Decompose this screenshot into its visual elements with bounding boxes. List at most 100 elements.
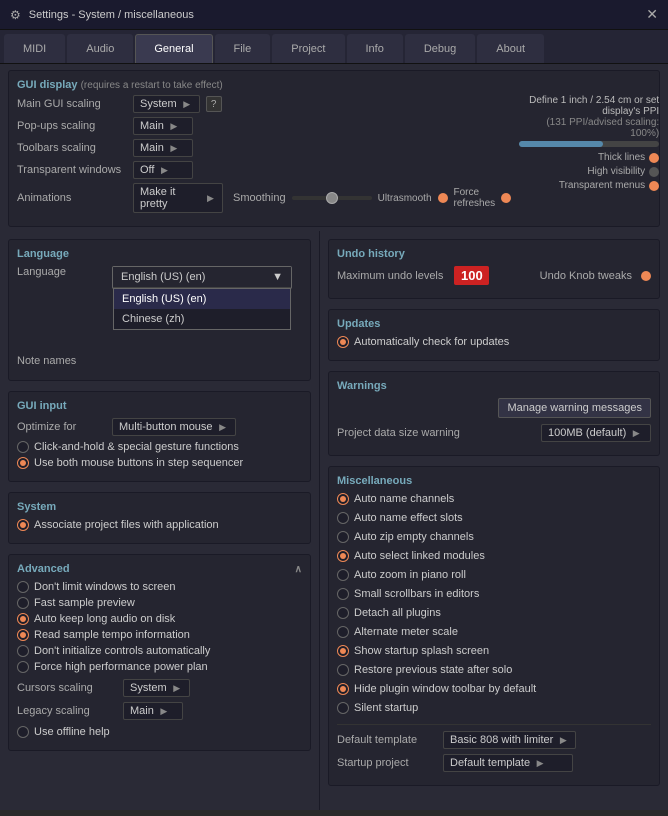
auto-check-updates-row[interactable]: Automatically check for updates [337, 336, 651, 348]
force-refreshes-label: Force refreshes [454, 187, 496, 209]
associate-files-row[interactable]: Associate project files with application [17, 519, 302, 531]
associate-radio[interactable] [17, 519, 29, 531]
ultrasmooth-label: Ultrasmooth [378, 193, 432, 204]
thick-lines-indicator [649, 153, 659, 163]
advanced-item-3[interactable]: Read sample tempo information [17, 629, 302, 641]
misc-item-6[interactable]: Detach all plugins [337, 607, 651, 619]
project-data-size-label: Project data size warning [337, 427, 460, 439]
advanced-item-0[interactable]: Don't limit windows to screen [17, 581, 302, 593]
gui-input-title: GUI input [17, 400, 302, 412]
left-panel: Language Language English (US) (en) ▼ En… [0, 231, 320, 810]
window-title: Settings - System / miscellaneous [29, 9, 194, 21]
legacy-scaling-select[interactable]: Main ▶ [123, 702, 183, 720]
project-data-size-select[interactable]: 100MB (default) ▶ [541, 424, 651, 442]
misc-item-4[interactable]: Auto zoom in piano roll [337, 569, 651, 581]
tab-info[interactable]: Info [347, 34, 403, 63]
misc-label-1: Auto name effect slots [354, 512, 463, 524]
language-title: Language [17, 248, 302, 260]
misc-label-11: Silent startup [354, 702, 418, 714]
both-mouse-label: Use both mouse buttons in step sequencer [34, 457, 243, 469]
help-button[interactable]: ? [206, 96, 222, 112]
miscellaneous-section: Miscellaneous Auto name channels Auto na… [328, 466, 660, 786]
default-template-select[interactable]: Basic 808 with limiter ▶ [443, 731, 576, 749]
advanced-section: Advanced ∧ Don't limit windows to screen… [8, 554, 311, 751]
tab-audio[interactable]: Audio [67, 34, 133, 63]
auto-check-radio[interactable] [337, 336, 349, 348]
advanced-radio-4[interactable] [17, 645, 29, 657]
legacy-scaling-label: Legacy scaling [17, 705, 117, 717]
main-gui-scaling-select[interactable]: System ▶ [133, 95, 200, 113]
misc-label-2: Auto zip empty channels [354, 531, 474, 543]
misc-item-2[interactable]: Auto zip empty channels [337, 531, 651, 543]
misc-item-7[interactable]: Alternate meter scale [337, 626, 651, 638]
advanced-item-4[interactable]: Don't initialize controls automatically [17, 645, 302, 657]
tab-midi[interactable]: MIDI [4, 34, 65, 63]
cursors-scaling-select[interactable]: System ▶ [123, 679, 190, 697]
transparent-windows-select[interactable]: Off ▶ [133, 161, 193, 179]
note-names-label: Note names [17, 355, 107, 367]
misc-item-3[interactable]: Auto select linked modules [337, 550, 651, 562]
gui-display-subtitle: (requires a restart to take effect) [81, 80, 223, 91]
misc-label-9: Restore previous state after solo [354, 664, 512, 676]
advanced-item-1[interactable]: Fast sample preview [17, 597, 302, 609]
advanced-item-5[interactable]: Force high performance power plan [17, 661, 302, 673]
smoothing-label: Smoothing [233, 192, 286, 204]
thick-lines-label: Thick lines [598, 152, 645, 163]
selected-language: English (US) (en) [121, 271, 205, 283]
advanced-label-5: Force high performance power plan [34, 661, 208, 673]
collapse-icon[interactable]: ∧ [295, 564, 302, 575]
both-mouse-buttons-row[interactable]: Use both mouse buttons in step sequencer [17, 457, 302, 469]
advanced-radio-2[interactable] [17, 613, 29, 625]
misc-item-5[interactable]: Small scrollbars in editors [337, 588, 651, 600]
misc-label-10: Hide plugin window toolbar by default [354, 683, 536, 695]
advanced-radio-5[interactable] [17, 661, 29, 673]
advanced-item-2[interactable]: Auto keep long audio on disk [17, 613, 302, 625]
system-section: System Associate project files with appl… [8, 492, 311, 544]
language-option-chinese[interactable]: Chinese (zh) [114, 309, 290, 329]
force-refreshes-indicator [501, 193, 511, 203]
both-mouse-radio[interactable] [17, 457, 29, 469]
startup-project-select[interactable]: Default template ▶ [443, 754, 573, 772]
tab-about[interactable]: About [477, 34, 544, 63]
misc-label-6: Detach all plugins [354, 607, 441, 619]
advanced-label-1: Fast sample preview [34, 597, 135, 609]
updates-title: Updates [337, 318, 651, 330]
misc-item-9[interactable]: Restore previous state after solo [337, 664, 651, 676]
ppi-info: Define 1 inch / 2.54 cm or set display's… [519, 95, 659, 149]
advanced-radio-0[interactable] [17, 581, 29, 593]
tab-file[interactable]: File [215, 34, 271, 63]
toolbars-scaling-label: Toolbars scaling [17, 142, 127, 154]
misc-item-1[interactable]: Auto name effect slots [337, 512, 651, 524]
default-template-label: Default template [337, 734, 437, 746]
language-option-english[interactable]: English (US) (en) [114, 289, 290, 309]
toolbars-scaling-select[interactable]: Main ▶ [133, 139, 193, 157]
misc-item-10[interactable]: Hide plugin window toolbar by default [337, 683, 651, 695]
manage-warnings-button[interactable]: Manage warning messages [498, 398, 651, 418]
click-hold-radio[interactable] [17, 441, 29, 453]
advanced-radio-3[interactable] [17, 629, 29, 641]
advanced-label-2: Auto keep long audio on disk [34, 613, 175, 625]
animations-select[interactable]: Make it pretty ▶ [133, 183, 223, 213]
advanced-radio-1[interactable] [17, 597, 29, 609]
misc-label-7: Alternate meter scale [354, 626, 458, 638]
gui-display-title: GUI display [17, 79, 78, 91]
optimize-for-label: Optimize for [17, 421, 107, 433]
tab-debug[interactable]: Debug [405, 34, 475, 63]
click-and-hold-row[interactable]: Click-and-hold & special gesture functio… [17, 441, 302, 453]
language-dropdown[interactable]: English (US) (en) ▼ English (US) (en) Ch… [112, 266, 292, 289]
tab-project[interactable]: Project [272, 34, 344, 63]
main-content: GUI display (requires a restart to take … [0, 64, 668, 810]
undo-knob-tweaks-indicator [641, 271, 651, 281]
offline-help-radio[interactable] [17, 726, 29, 738]
popups-scaling-select[interactable]: Main ▶ [133, 117, 193, 135]
misc-item-8[interactable]: Show startup splash screen [337, 645, 651, 657]
misc-item-11[interactable]: Silent startup [337, 702, 651, 714]
close-button[interactable]: ✕ [646, 6, 658, 23]
auto-check-label: Automatically check for updates [354, 336, 509, 348]
misc-item-0[interactable]: Auto name channels [337, 493, 651, 505]
advanced-label-3: Read sample tempo information [34, 629, 190, 641]
offline-help-row[interactable]: Use offline help [17, 726, 302, 738]
optimize-for-select[interactable]: Multi-button mouse ▶ [112, 418, 236, 436]
tab-general[interactable]: General [135, 34, 212, 63]
smoothing-slider[interactable] [292, 196, 372, 200]
